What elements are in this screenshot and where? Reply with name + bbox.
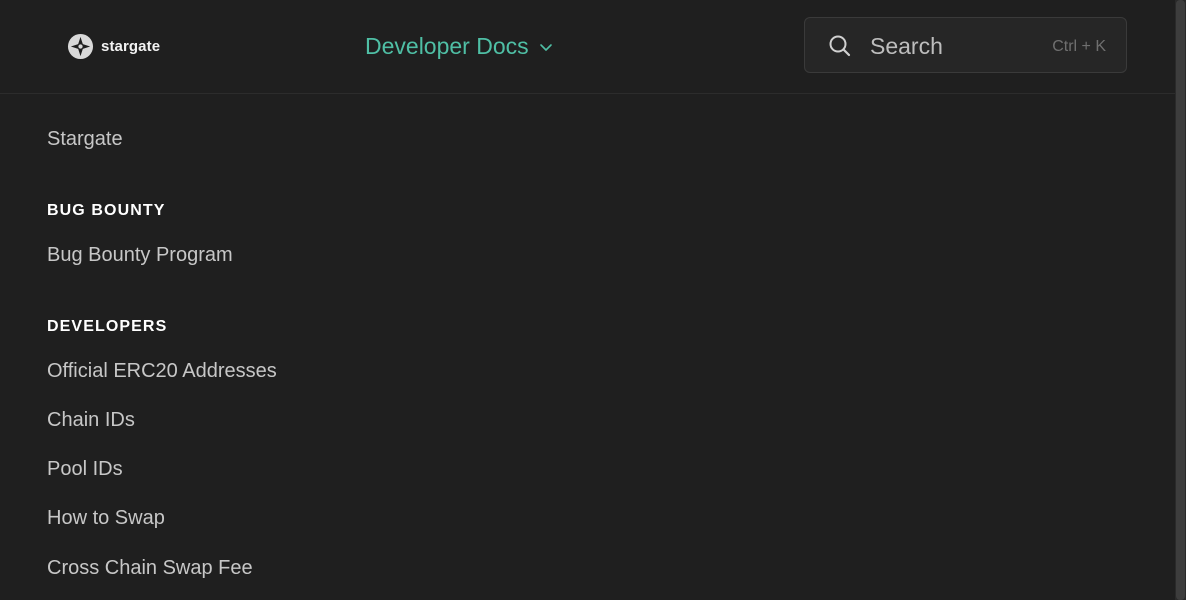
chevron-down-icon	[539, 44, 552, 51]
sidebar-item-pool-ids[interactable]: Pool IDs	[47, 457, 123, 481]
sidebar-section-heading: DEVELOPERS	[47, 318, 168, 335]
sidebar-item-chain-ids[interactable]: Chain IDs	[47, 408, 135, 432]
sidebar-item-bug-bounty-program[interactable]: Bug Bounty Program	[47, 243, 233, 267]
search-button[interactable]: Search Ctrl + K	[804, 17, 1127, 73]
scrollbar-thumb[interactable]	[1176, 0, 1185, 600]
stargate-logo[interactable]: stargate	[67, 32, 160, 60]
sidebar-section-heading: BUG BOUNTY	[47, 202, 166, 219]
sidebar-item-official-erc20-addresses[interactable]: Official ERC20 Addresses	[47, 359, 277, 383]
sidebar-item-stargate[interactable]: Stargate	[47, 127, 123, 151]
stargate-logo-icon	[67, 33, 94, 59]
space-switcher-label: Developer Docs	[365, 33, 529, 59]
search-icon	[829, 35, 851, 57]
sidebar-item-how-to-swap[interactable]: How to Swap	[47, 506, 165, 530]
logo-text: stargate	[101, 37, 161, 55]
search-placeholder: Search	[870, 33, 943, 59]
docs-page: stargate Developer Docs Search Ctrl + K …	[0, 0, 1186, 600]
sidebar-item-cross-chain-swap-fee[interactable]: Cross Chain Swap Fee	[47, 556, 253, 580]
search-shortcut-hint: Ctrl + K	[1052, 38, 1106, 55]
top-bar: stargate Developer Docs Search Ctrl + K	[0, 0, 1175, 94]
space-switcher[interactable]: Developer Docs	[365, 32, 553, 60]
page-scrollbar[interactable]	[1175, 0, 1186, 600]
